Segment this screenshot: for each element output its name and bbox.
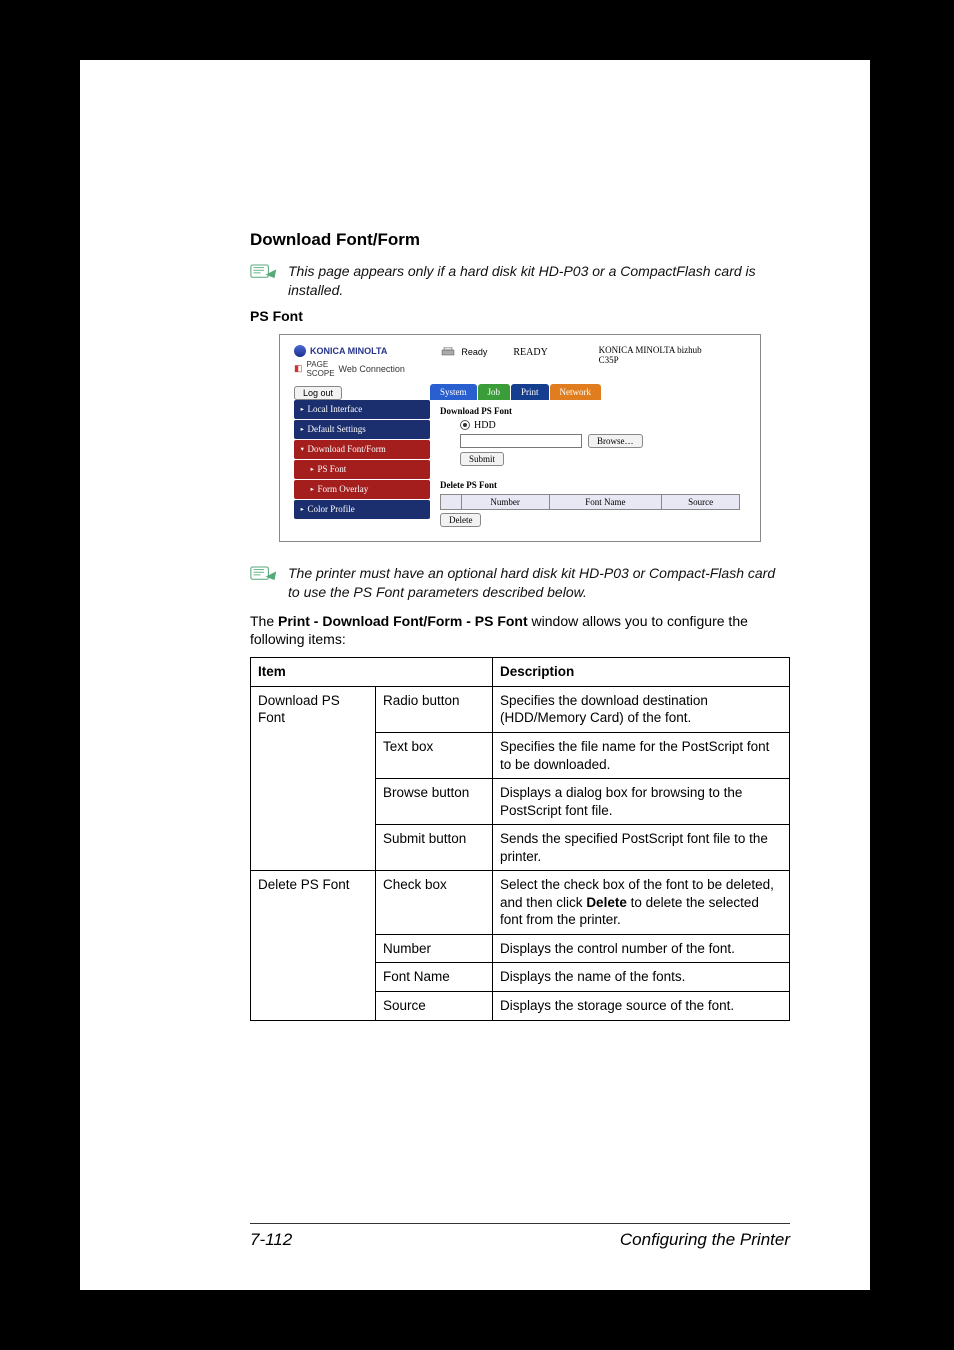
delete-font-table: Number Font Name Source	[440, 494, 740, 510]
hdd-radio[interactable]	[460, 420, 470, 430]
table-row: Download PS Font Radio button Specifies …	[251, 686, 790, 732]
note-icon	[250, 264, 278, 280]
sidebar-item-download-font-form[interactable]: ▾Download Font/Form	[294, 440, 430, 459]
page-number: 7-112	[250, 1230, 292, 1250]
subsection-heading: PS Font	[250, 308, 790, 324]
sidebar-item-local-interface[interactable]: ▸Local Interface	[294, 400, 430, 419]
chevron-down-icon: ▾	[301, 445, 304, 453]
pagescope-icon: ◧	[294, 363, 303, 374]
table-header-number: Number	[461, 494, 549, 509]
sidebar: ▸Local Interface ▸Default Settings ▾Down…	[294, 400, 430, 527]
sidebar-item-form-overlay[interactable]: ▸Form Overlay	[294, 480, 430, 499]
brand-globe-icon	[294, 345, 306, 357]
note-icon	[250, 566, 278, 582]
page-footer: 7-112 Configuring the Printer	[250, 1223, 790, 1250]
note-text: This page appears only if a hard disk ki…	[288, 262, 790, 300]
chevron-right-icon: ▸	[301, 505, 304, 513]
chevron-right-icon: ▸	[311, 465, 314, 473]
browse-button[interactable]: Browse…	[588, 434, 643, 448]
model-code: C35P	[599, 355, 746, 365]
model-name: KONICA MINOLTA bizhub	[599, 345, 746, 355]
footer-title: Configuring the Printer	[620, 1230, 790, 1250]
chevron-right-icon: ▸	[301, 425, 304, 433]
table-header-item: Item	[251, 658, 493, 687]
tab-bar: System Job Print Network	[280, 384, 760, 400]
table-header-font-name: Font Name	[549, 494, 662, 509]
delete-button[interactable]: Delete	[440, 513, 481, 527]
info-note-1: This page appears only if a hard disk ki…	[250, 262, 790, 300]
table-row: Delete PS Font Check box Select the chec…	[251, 871, 790, 935]
chevron-right-icon: ▸	[311, 485, 314, 493]
chevron-right-icon: ▸	[301, 405, 304, 413]
tab-system[interactable]: System	[430, 384, 477, 400]
sidebar-item-default-settings[interactable]: ▸Default Settings	[294, 420, 430, 439]
hdd-radio-label: HDD	[474, 420, 496, 431]
pagescope-label: Web Connection	[339, 364, 405, 374]
table-header-check	[441, 494, 462, 509]
sidebar-item-color-profile[interactable]: ▸Color Profile	[294, 500, 430, 519]
tab-network[interactable]: Network	[550, 384, 602, 400]
table-header-source: Source	[662, 494, 740, 509]
sidebar-item-ps-font[interactable]: ▸PS Font	[294, 460, 430, 479]
submit-button[interactable]: Submit	[460, 452, 504, 466]
tab-job[interactable]: Job	[478, 384, 511, 400]
status-ready-caps: READY	[513, 347, 547, 358]
tab-print[interactable]: Print	[511, 384, 549, 400]
logout-button[interactable]: Log out	[294, 386, 342, 400]
info-note-2: The printer must have an optional hard d…	[250, 564, 790, 602]
font-file-input[interactable]	[460, 434, 582, 448]
admin-screenshot: KONICA MINOLTA ◧ PAGESCOPE Web Connectio…	[279, 334, 761, 542]
brand-logo: KONICA MINOLTA	[294, 345, 441, 357]
download-ps-font-title: Download PS Font	[440, 406, 746, 416]
section-heading: Download Font/Form	[250, 230, 790, 250]
intro-paragraph: The Print - Download Font/Form - PS Font…	[250, 612, 790, 650]
table-header-description: Description	[493, 658, 790, 687]
status-ready: Ready	[461, 347, 487, 357]
brand-name: KONICA MINOLTA	[310, 346, 387, 356]
note-text: The printer must have an optional hard d…	[288, 564, 790, 602]
printer-icon	[441, 347, 455, 357]
delete-ps-font-title: Delete PS Font	[440, 480, 746, 490]
description-table: Item Description Download PS Font Radio …	[250, 657, 790, 1020]
